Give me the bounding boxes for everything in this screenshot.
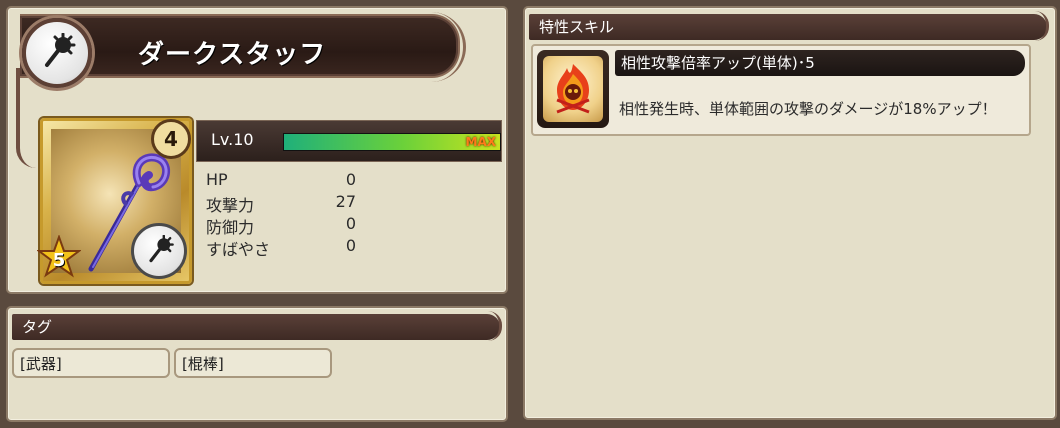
skill-description: 相性発生時、単体範囲の攻撃のダメージが18%アップ！ <box>619 100 997 118</box>
level-label: Lv.10 <box>211 130 254 149</box>
tag-header-label: タグ <box>22 318 53 336</box>
stat-row-speed: すばやさ 0 <box>206 236 356 259</box>
weapon-name: ダークスタッフ <box>138 40 327 70</box>
level-bar: Lv.10 MAX <box>196 120 502 162</box>
weapon-card[interactable]: 4 5 <box>37 118 192 284</box>
max-label: MAX <box>465 135 496 149</box>
mace-icon <box>22 18 92 88</box>
stat-value: 0 <box>345 236 356 255</box>
skill-header-label: 特性スキル <box>539 18 615 36</box>
stat-row-attack: 攻撃力 27 <box>206 192 356 215</box>
stat-label: HP <box>206 170 228 189</box>
stat-label: 防御力 <box>206 218 255 237</box>
fire-skull-icon <box>537 50 609 128</box>
header-curl-ornament <box>1030 11 1049 41</box>
star-count: 5 <box>52 249 66 271</box>
stat-row-hp: HP 0 <box>206 170 356 192</box>
stat-row-defense: 防御力 0 <box>206 214 356 237</box>
stat-value: 27 <box>335 192 356 211</box>
skill-item[interactable]: 相性攻撃倍率アップ(単体)･5 相性発生時、単体範囲の攻撃のダメージが18%アッ… <box>531 44 1031 136</box>
star-rarity-badge: 5 <box>37 235 81 279</box>
tag-section-header: タグ <box>12 311 502 341</box>
skill-section-header: 特性スキル <box>529 11 1049 41</box>
tag-item[interactable]: [武器] <box>12 348 170 378</box>
stat-value: 0 <box>345 214 356 233</box>
trait-skill-panel: 特性スキル 相性攻撃倍率アップ(単体)･5 相性発生時、単体範囲の攻撃のダメージ… <box>523 6 1057 420</box>
card-mace-icon <box>131 223 187 279</box>
tag-panel: タグ [武器] [棍棒] <box>6 306 508 422</box>
weapon-info-panel: ダークスタッフ 4 5 Lv.10 MAX HP 0 攻撃力 27 防御力 0 … <box>6 6 508 294</box>
stat-label: 攻撃力 <box>206 196 255 215</box>
stat-value: 0 <box>345 170 356 189</box>
header-curl-ornament <box>483 311 502 341</box>
stat-label: すばやさ <box>206 240 271 259</box>
rank-badge: 4 <box>151 119 191 159</box>
tag-item[interactable]: [棍棒] <box>174 348 332 378</box>
exp-progress-track: MAX <box>283 133 501 151</box>
skill-title: 相性攻撃倍率アップ(単体)･5 <box>615 50 1025 76</box>
